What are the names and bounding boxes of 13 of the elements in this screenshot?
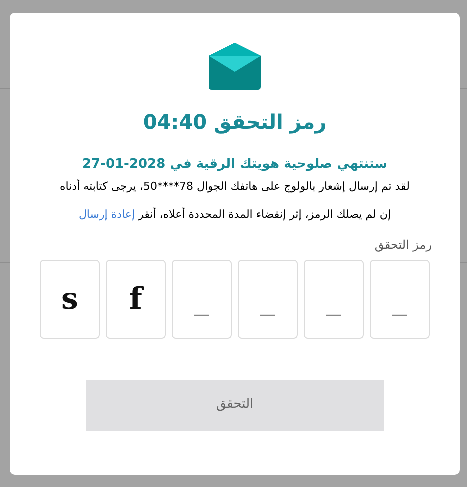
code-input[interactable]: _	[304, 260, 364, 338]
code-input[interactable]: _	[238, 260, 298, 338]
resend-message: إن لم يصلك الرمز، إثر إنقضاء المدة المحددة أعلاه، أنقر إعادة إرسال	[78, 207, 392, 223]
dialog-title: رمز التحقق 04:40	[143, 109, 327, 136]
code-input[interactable]: f	[106, 260, 166, 338]
code-input[interactable]: _	[370, 260, 430, 338]
sent-message: لقد تم إرسال إشعار بالولوج على هاتفك الجوال 78****50، يرجى كتابته أدناه	[60, 178, 410, 195]
code-input[interactable]: _	[172, 260, 232, 338]
envelope-icon	[209, 43, 261, 91]
resend-link[interactable]: إعادة إرسال	[78, 208, 135, 221]
expiry-notice: ستنتهي صلوحية هويتك الرقية في 2028-01-27	[82, 156, 388, 174]
code-input[interactable]: s	[40, 260, 100, 338]
code-label: رمز التحقق	[374, 236, 432, 254]
